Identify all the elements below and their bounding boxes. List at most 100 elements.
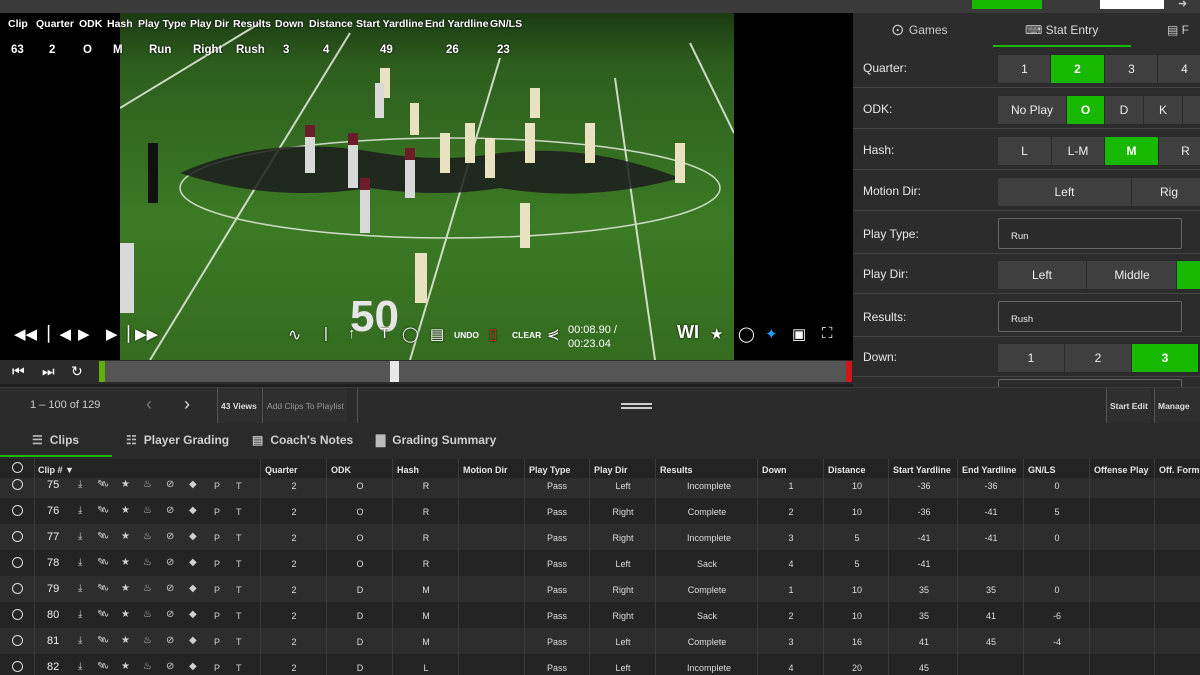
fullscreen-icon[interactable]: ⛶ bbox=[822, 325, 833, 342]
hide-icon[interactable]: ⊘ bbox=[166, 661, 174, 672]
trash-icon[interactable]: ▯ bbox=[489, 325, 497, 343]
personnel-button[interactable]: P bbox=[214, 481, 220, 491]
download-icon[interactable]: ⤓ bbox=[78, 661, 82, 672]
tag-button[interactable]: T bbox=[236, 481, 242, 491]
step-forward-icon[interactable]: ▶▕ bbox=[106, 325, 129, 343]
personnel-button[interactable]: P bbox=[214, 533, 220, 543]
row-select-radio[interactable] bbox=[12, 609, 23, 620]
download-icon[interactable]: ⤓ bbox=[78, 635, 82, 646]
star-icon[interactable]: ★ bbox=[121, 505, 130, 516]
text-tool-icon[interactable]: T bbox=[380, 325, 389, 342]
download-icon[interactable]: ⤓ bbox=[78, 479, 82, 490]
personnel-button[interactable]: P bbox=[214, 585, 220, 595]
tag-button[interactable]: T bbox=[236, 533, 242, 543]
table-row[interactable]: 75 ⤓ ✎ ∿ ★ ♨ ⊘ ◆ P T 2 O R Pass Left Incomplete 1 10 -36 -3… bbox=[0, 478, 1200, 498]
draw-icon[interactable]: ∿ bbox=[101, 505, 109, 516]
star-icon[interactable]: ★ bbox=[121, 557, 130, 568]
hide-icon[interactable]: ⊘ bbox=[166, 583, 174, 594]
hide-icon[interactable]: ⊘ bbox=[166, 531, 174, 542]
draw-icon[interactable]: ∿ bbox=[101, 661, 109, 672]
star-icon[interactable]: ★ bbox=[121, 635, 130, 646]
undo-button[interactable]: UNDO bbox=[454, 330, 479, 340]
column-header-start-yardline[interactable]: Start Yardline bbox=[893, 465, 951, 475]
play-dir-option-left[interactable]: Left bbox=[997, 260, 1087, 290]
timeline-start-marker[interactable] bbox=[99, 361, 105, 382]
clear-button[interactable]: CLEAR bbox=[512, 330, 541, 340]
tag-icon[interactable]: ◆ bbox=[189, 557, 197, 568]
tag-button[interactable]: T bbox=[236, 507, 242, 517]
star-icon[interactable]: ★ bbox=[121, 583, 130, 594]
table-row[interactable]: 81 ⤓ ✎ ∿ ★ ♨ ⊘ ◆ P T 2 D M Pass Left Complete 3 16 41 45 -4 bbox=[0, 628, 1200, 654]
tag-button[interactable]: T bbox=[236, 637, 242, 647]
table-row[interactable]: 77 ⤓ ✎ ∿ ★ ♨ ⊘ ◆ P T 2 O R Pass Right Incomplete 3 5 -41 -4… bbox=[0, 524, 1200, 550]
settings-display-icon[interactable]: ▣ bbox=[792, 325, 806, 343]
draw-icon[interactable]: ∿ bbox=[101, 557, 109, 568]
personnel-button[interactable]: P bbox=[214, 507, 220, 517]
download-icon[interactable]: ⤓ bbox=[78, 557, 82, 568]
row-select-radio[interactable] bbox=[12, 661, 23, 672]
arrow-up-icon[interactable]: ↑ bbox=[348, 325, 356, 342]
column-header-down[interactable]: Down bbox=[762, 465, 787, 475]
comment-icon[interactable]: ▤ bbox=[430, 325, 444, 343]
row-select-radio[interactable] bbox=[12, 531, 23, 542]
tab-more[interactable]: ▤ F bbox=[1153, 13, 1200, 47]
download-icon[interactable]: ⤓ bbox=[78, 505, 82, 516]
add-to-playlist-button[interactable]: Add Clips To Playlist bbox=[264, 388, 347, 424]
draw-icon[interactable]: ∿ bbox=[101, 531, 109, 542]
motion-dir-option-left[interactable]: Left bbox=[997, 177, 1132, 207]
tag-button[interactable]: T bbox=[236, 585, 242, 595]
tag-icon[interactable]: ◆ bbox=[189, 479, 197, 490]
quarter-option-2[interactable]: 2 bbox=[1050, 54, 1105, 84]
row-select-radio[interactable] bbox=[12, 479, 23, 490]
column-header-play-type[interactable]: Play Type bbox=[529, 465, 570, 475]
down-option-2[interactable]: 2 bbox=[1064, 343, 1132, 373]
down-option-3[interactable]: 3 bbox=[1131, 343, 1199, 373]
odk-option-d[interactable]: D bbox=[1104, 95, 1144, 125]
star-icon[interactable]: ★ bbox=[121, 609, 130, 620]
column-header-gnls[interactable]: GN/LS bbox=[1028, 465, 1056, 475]
results-input[interactable]: Rush bbox=[998, 301, 1182, 332]
prev-page-icon[interactable]: ‹ bbox=[146, 394, 152, 415]
tab-stat-entry[interactable]: ⌨ Stat Entry bbox=[993, 13, 1131, 47]
table-row[interactable]: 82 ⤓ ✎ ∿ ★ ♨ ⊘ ◆ P T 2 D L Pass Left Incomplete 4 20 45 bbox=[0, 654, 1200, 675]
table-row[interactable]: 78 ⤓ ✎ ∿ ★ ♨ ⊘ ◆ P T 2 O R Pass Left Sack 4 5 -41 bbox=[0, 550, 1200, 576]
row-select-radio[interactable] bbox=[12, 557, 23, 568]
hash-option-lm[interactable]: L-M bbox=[1051, 136, 1105, 166]
timeline-scrubber[interactable]: ⏮ ⏭ ↻ bbox=[0, 360, 853, 384]
flame-icon[interactable]: ♨ bbox=[143, 557, 152, 568]
odk-option-k[interactable]: K bbox=[1143, 95, 1183, 125]
hide-icon[interactable]: ⊘ bbox=[166, 609, 174, 620]
star-icon[interactable]: ★ bbox=[121, 479, 130, 490]
draw-icon[interactable]: ∿ bbox=[288, 325, 301, 345]
tab-coachs-notes[interactable]: ▤ Coach's Notes bbox=[252, 423, 353, 457]
quarter-option-3[interactable]: 3 bbox=[1104, 54, 1159, 84]
sort-desc-icon[interactable]: ▼ bbox=[65, 465, 74, 475]
personnel-button[interactable]: P bbox=[214, 663, 220, 673]
flame-icon[interactable]: ♨ bbox=[143, 479, 152, 490]
distance-input-partial[interactable] bbox=[998, 379, 1182, 387]
odk-option-no-play[interactable]: No Play bbox=[997, 95, 1067, 125]
hash-option-l[interactable]: L bbox=[997, 136, 1052, 166]
replay-icon[interactable]: ↻ bbox=[71, 363, 83, 380]
star-icon[interactable]: ★ bbox=[121, 531, 130, 542]
hide-icon[interactable]: ⊘ bbox=[166, 479, 174, 490]
tag-icon[interactable]: ◆ bbox=[189, 635, 197, 646]
top-green-button[interactable] bbox=[972, 0, 1042, 9]
hash-option-m[interactable]: M bbox=[1104, 136, 1159, 166]
tab-player-grading[interactable]: ☷ Player Grading bbox=[126, 423, 229, 457]
select-all-radio[interactable] bbox=[12, 462, 23, 473]
video-player[interactable]: 50 Clip Quarter ODK Hash Play Type Play … bbox=[0, 13, 853, 360]
tag-icon[interactable]: ◆ bbox=[189, 531, 197, 542]
row-select-radio[interactable] bbox=[12, 583, 23, 594]
column-header-play-dir[interactable]: Play Dir bbox=[594, 465, 628, 475]
column-header-off-form[interactable]: Off. Form bbox=[1159, 465, 1200, 475]
flame-icon[interactable]: ♨ bbox=[143, 609, 152, 620]
row-select-radio[interactable] bbox=[12, 505, 23, 516]
table-row[interactable]: 80 ⤓ ✎ ∿ ★ ♨ ⊘ ◆ P T 2 D M Pass Right Sack 2 10 35 41 -6 bbox=[0, 602, 1200, 628]
skip-end-icon[interactable]: ⏭ bbox=[42, 363, 55, 380]
share-icon[interactable]: ⋞ bbox=[547, 325, 560, 343]
manage-button[interactable]: Manage C bbox=[1155, 388, 1200, 447]
column-header-odk[interactable]: ODK bbox=[331, 465, 351, 475]
circle-icon[interactable]: ◯ bbox=[402, 325, 419, 343]
column-header-motion-dir[interactable]: Motion Dir bbox=[463, 465, 508, 475]
